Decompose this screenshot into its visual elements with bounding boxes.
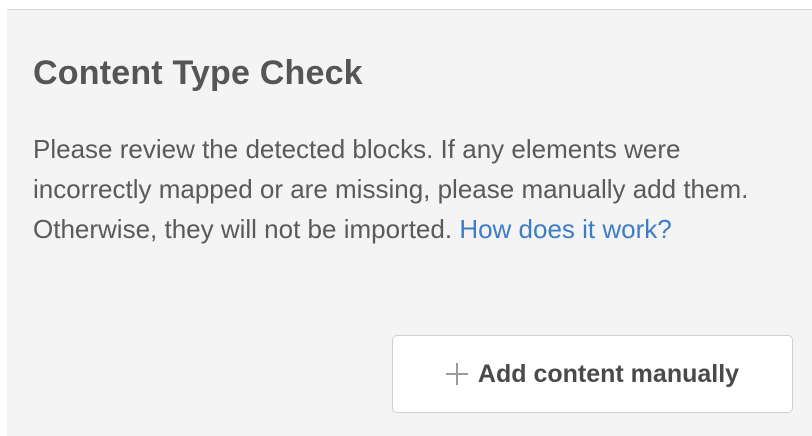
plus-icon [445,363,468,385]
content-type-check-panel: Content Type Check Please review the det… [7,9,812,436]
how-does-it-work-link[interactable]: How does it work? [459,214,671,244]
panel-description: Please review the detected blocks. If an… [33,129,753,249]
add-content-button-label: Add content manually [477,359,740,388]
panel-title: Content Type Check [33,54,363,92]
add-content-manually-button[interactable]: Add content manually [392,335,793,413]
